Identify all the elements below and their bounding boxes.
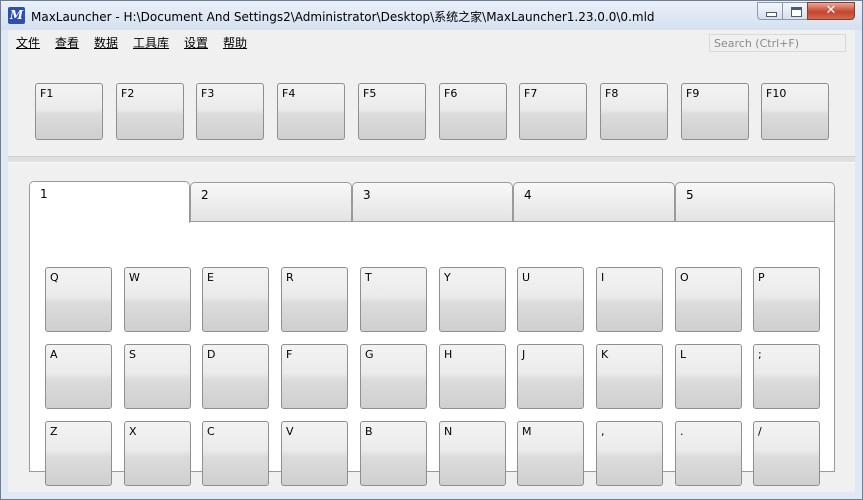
menu-view[interactable]: 查看 (55, 34, 79, 51)
launcher-key[interactable]: P (753, 267, 820, 332)
app-window: M MaxLauncher - H:\Document And Settings… (0, 0, 863, 500)
function-key-f8[interactable]: F8 (600, 83, 668, 140)
launcher-key[interactable]: R (281, 267, 348, 332)
function-key-f1[interactable]: F1 (35, 83, 103, 140)
launcher-key[interactable]: A (45, 344, 112, 409)
tab-1[interactable]: 1 (29, 181, 190, 223)
tab-5[interactable]: 5 (675, 182, 835, 222)
launcher-key[interactable]: B (360, 421, 427, 486)
launcher-key[interactable]: K (596, 344, 663, 409)
function-key-f7[interactable]: F7 (519, 83, 587, 140)
menu-data[interactable]: 数据 (94, 34, 118, 51)
function-key-f2[interactable]: F2 (116, 83, 184, 140)
launcher-key[interactable]: J (517, 344, 584, 409)
tab-3[interactable]: 3 (352, 182, 513, 222)
launcher-key[interactable]: T (360, 267, 427, 332)
menu-file[interactable]: 文件 (16, 34, 40, 51)
launcher-key[interactable]: Y (439, 267, 506, 332)
launcher-key[interactable]: X (124, 421, 191, 486)
maximize-icon (791, 7, 802, 17)
launcher-key[interactable]: M (517, 421, 584, 486)
launcher-key[interactable]: G (360, 344, 427, 409)
menu-bar: 文件 查看 数据 工具库 设置 帮助 (8, 30, 855, 54)
launcher-key[interactable]: I (596, 267, 663, 332)
launcher-key[interactable]: ; (753, 344, 820, 409)
launcher-key[interactable]: E (202, 267, 269, 332)
menu-toolbox[interactable]: 工具库 (133, 34, 169, 51)
minimize-icon (766, 12, 777, 17)
launcher-key[interactable]: O (675, 267, 742, 332)
app-icon[interactable]: M (8, 7, 25, 24)
launcher-key[interactable]: , (596, 421, 663, 486)
launcher-key[interactable]: S (124, 344, 191, 409)
minimize-button[interactable] (757, 2, 783, 20)
function-key-f10[interactable]: F10 (761, 83, 829, 140)
close-icon: ✕ (825, 3, 837, 18)
tab-2[interactable]: 2 (190, 182, 352, 222)
launcher-key[interactable]: N (439, 421, 506, 486)
maximize-button[interactable] (782, 2, 808, 20)
launcher-key[interactable]: L (675, 344, 742, 409)
menu-help[interactable]: 帮助 (223, 34, 247, 51)
launcher-key[interactable]: V (281, 421, 348, 486)
launcher-key[interactable]: / (753, 421, 820, 486)
function-key-f5[interactable]: F5 (358, 83, 426, 140)
launcher-key[interactable]: F (281, 344, 348, 409)
panel-splitter[interactable] (8, 156, 855, 163)
title-bar[interactable]: M MaxLauncher - H:\Document And Settings… (1, 1, 862, 30)
function-key-f9[interactable]: F9 (681, 83, 749, 140)
tab-page: Q W E R T Y U I O P A S D F G H J K L; Z X C V B N M,. / (29, 221, 835, 486)
launcher-key[interactable]: . (675, 421, 742, 486)
function-key-f3[interactable]: F3 (196, 83, 264, 140)
close-button[interactable]: ✕ (807, 2, 855, 20)
function-key-f6[interactable]: F6 (439, 83, 507, 140)
launcher-key[interactable]: W (124, 267, 191, 332)
launcher-key[interactable]: U (517, 267, 584, 332)
search-input[interactable] (709, 34, 846, 52)
menu-settings[interactable]: 设置 (184, 34, 208, 51)
launcher-key[interactable]: D (202, 344, 269, 409)
launcher-key[interactable]: C (202, 421, 269, 486)
function-key-f4[interactable]: F4 (277, 83, 345, 140)
launcher-key[interactable]: H (439, 344, 506, 409)
client-area: 文件 查看 数据 工具库 设置 帮助 F1 F2 F3 F4 F5 F6 F7 … (8, 30, 855, 492)
launcher-key[interactable]: Q (45, 267, 112, 332)
launcher-key[interactable]: Z (45, 421, 112, 486)
function-key-panel: F1 F2 F3 F4 F5 F6 F7 F8 F9 F10 (8, 54, 855, 158)
tab-4[interactable]: 4 (513, 182, 675, 222)
window-title: MaxLauncher - H:\Document And Settings2\… (31, 10, 655, 24)
